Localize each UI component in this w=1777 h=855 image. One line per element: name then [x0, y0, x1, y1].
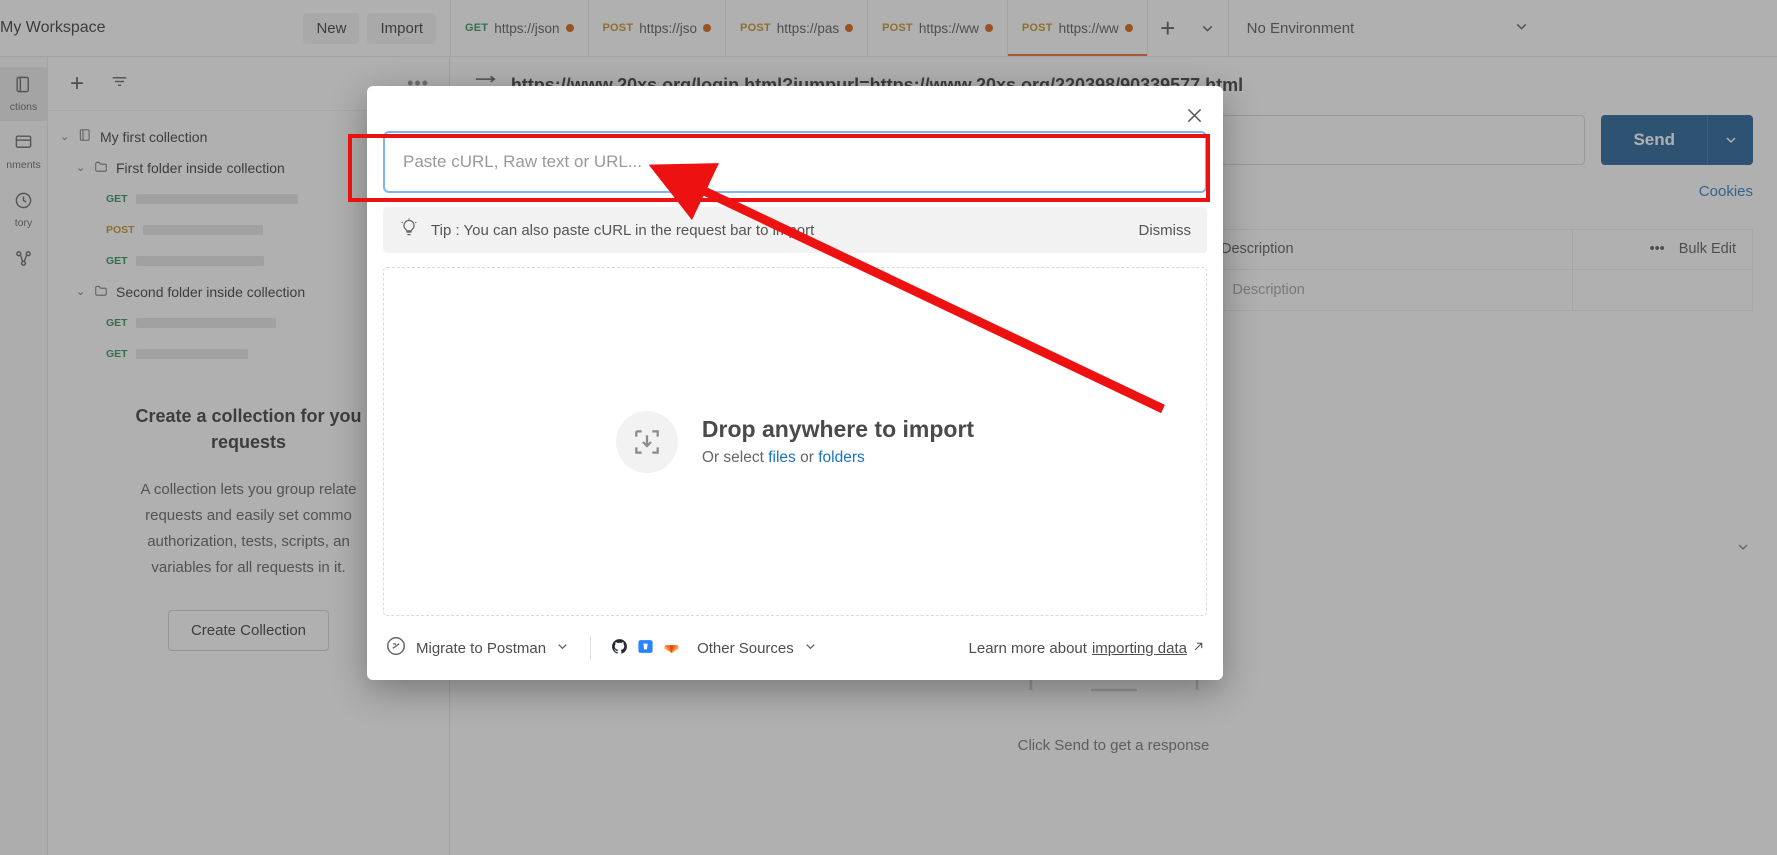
- gitlab-icon: [663, 638, 680, 659]
- learn-more-block: Learn more about importing data: [969, 640, 1205, 657]
- other-sources-label: Other Sources: [697, 639, 794, 657]
- dropzone-content: Drop anywhere to import Or select files …: [615, 410, 974, 473]
- bitbucket-icon: [637, 638, 654, 659]
- paste-curl-input[interactable]: [383, 131, 1207, 193]
- tip-text: Tip : You can also paste cURL in the req…: [431, 221, 815, 239]
- dropzone-subtext: Or select files or folders: [702, 449, 974, 467]
- chevron-down-icon: [555, 639, 570, 658]
- importing-data-link[interactable]: importing data: [1092, 640, 1187, 657]
- file-dropzone[interactable]: Drop anywhere to import Or select files …: [383, 267, 1207, 616]
- footer-divider: [590, 635, 592, 661]
- dropzone-heading: Drop anywhere to import: [701, 416, 975, 442]
- migrate-to-postman-button[interactable]: Migrate to Postman: [385, 635, 570, 661]
- import-modal-body: [367, 86, 1223, 193]
- dropzone-sub-mid: or: [795, 449, 819, 466]
- postman-circle-icon: [385, 635, 407, 661]
- external-link-icon: [1192, 640, 1205, 657]
- github-icon: [611, 638, 628, 659]
- chevron-down-icon: [803, 639, 818, 658]
- select-files-link[interactable]: files: [768, 449, 796, 466]
- import-modal-footer: Migrate to Postman Other Sources Learn m…: [367, 616, 1223, 680]
- migrate-label: Migrate to Postman: [416, 639, 547, 657]
- select-folders-link[interactable]: folders: [818, 449, 865, 466]
- download-box-icon: [615, 410, 678, 473]
- other-sources-button[interactable]: Other Sources: [611, 638, 818, 659]
- learn-more-prefix: Learn more about: [968, 639, 1087, 657]
- close-icon[interactable]: [1179, 100, 1209, 130]
- dropzone-sub-prefix: Or select: [701, 449, 769, 466]
- dropzone-text-block: Drop anywhere to import Or select files …: [702, 416, 974, 467]
- tip-bar: Tip : You can also paste cURL in the req…: [383, 207, 1207, 253]
- import-modal: Tip : You can also paste cURL in the req…: [367, 86, 1223, 680]
- dismiss-tip-button[interactable]: Dismiss: [1139, 222, 1192, 239]
- lightbulb-icon: [399, 218, 419, 243]
